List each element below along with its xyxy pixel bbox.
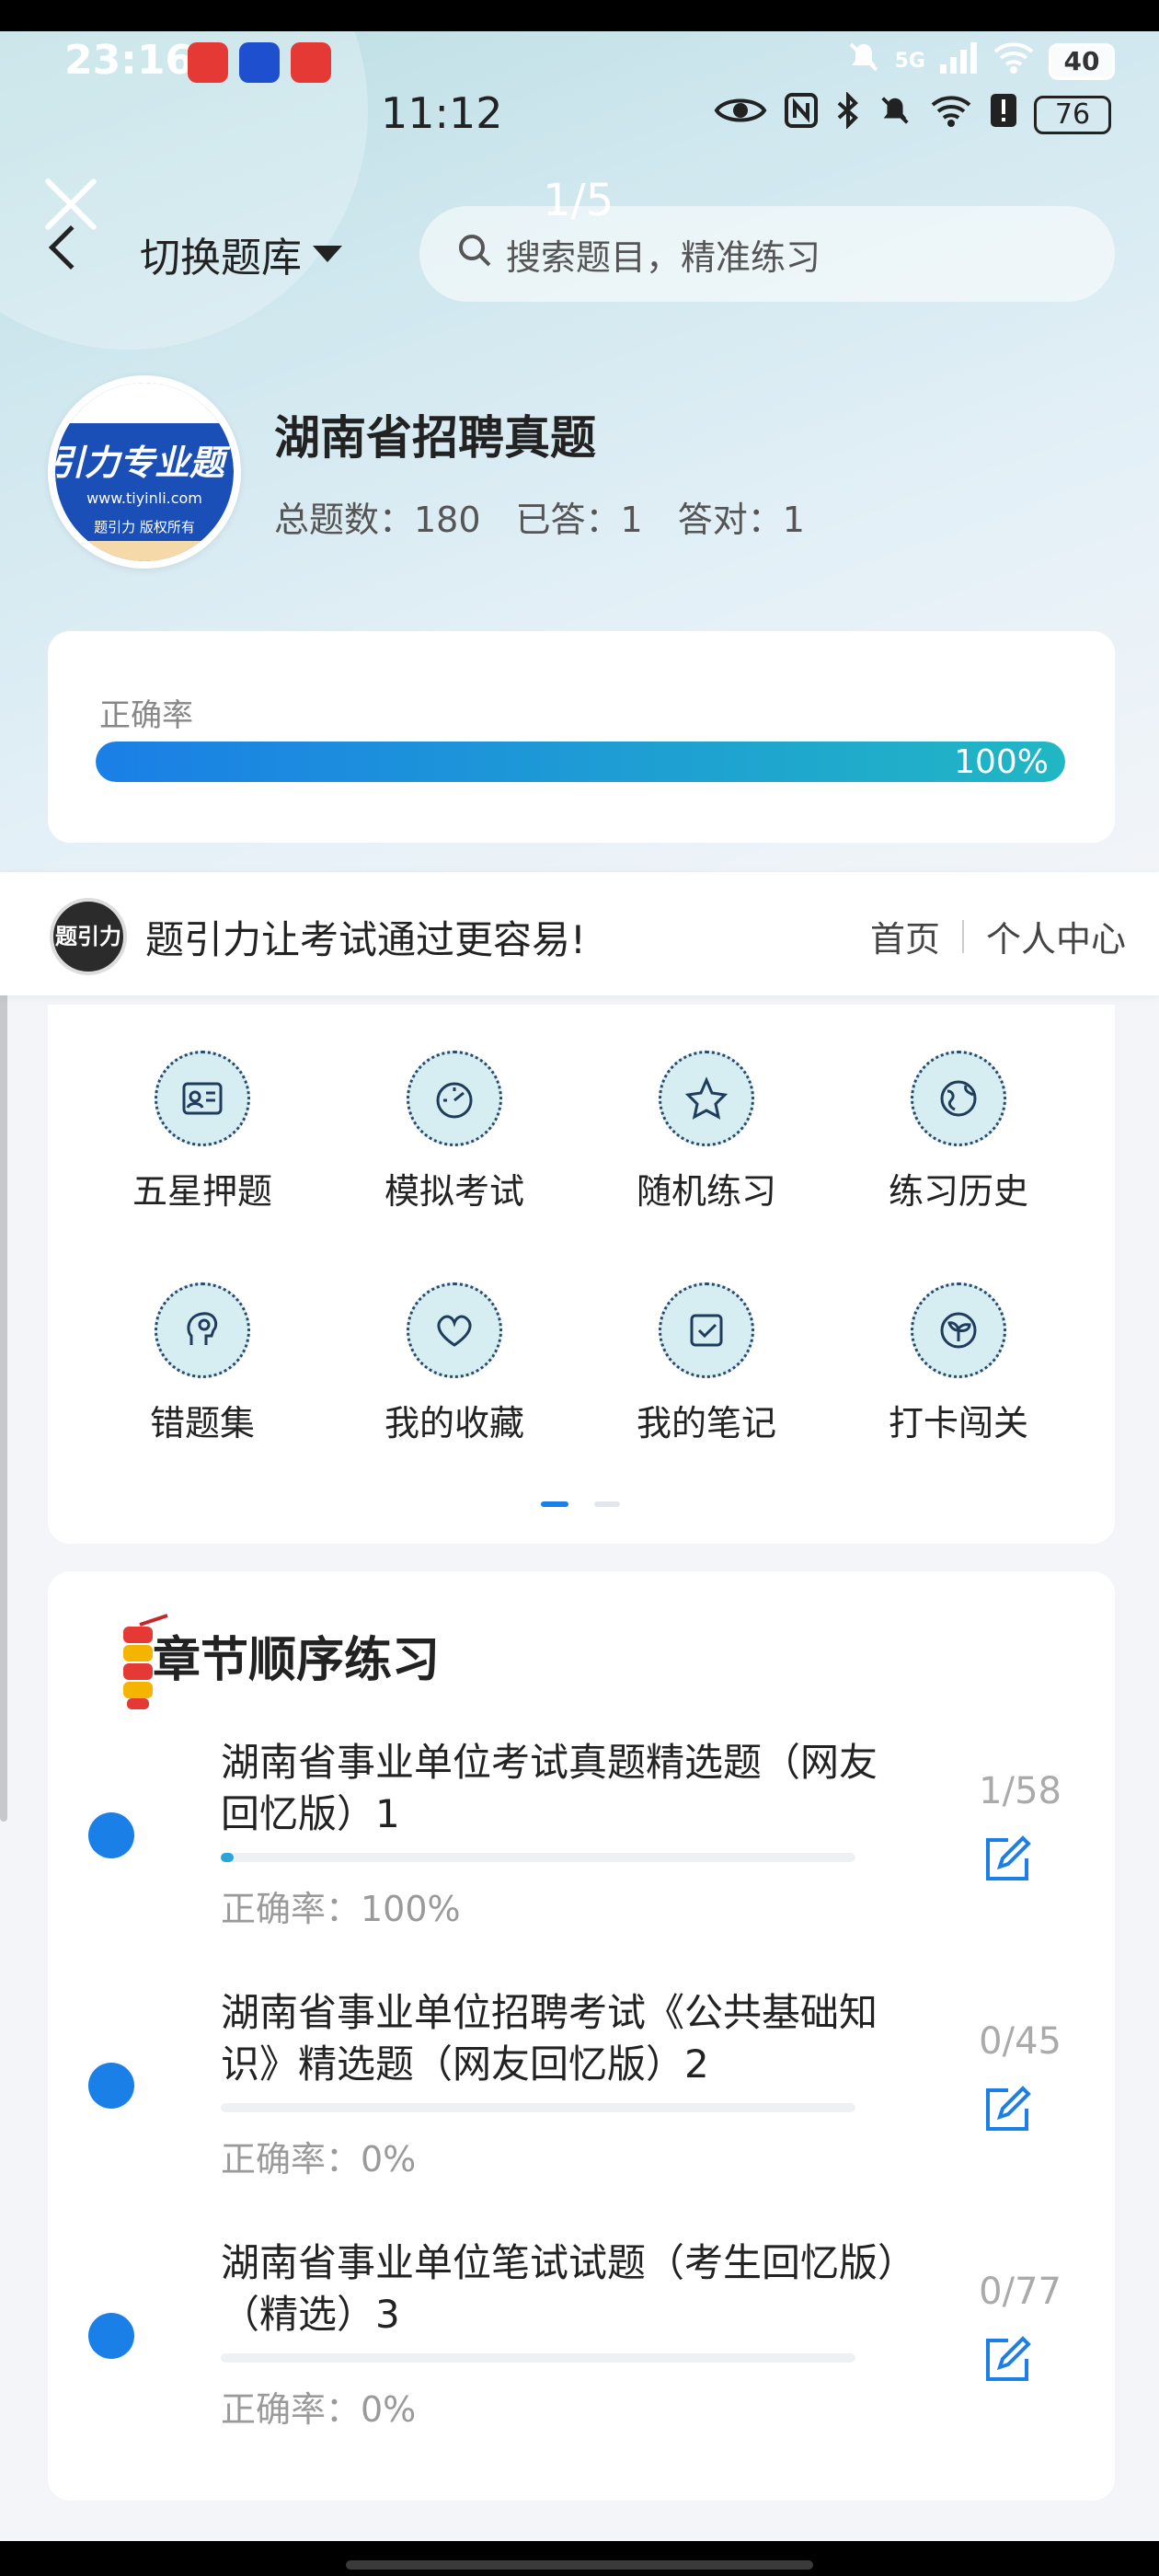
head-icon bbox=[155, 1282, 250, 1378]
bank-title: 湖南省招聘真题 bbox=[274, 411, 596, 465]
chapter-bullet bbox=[88, 2313, 134, 2359]
alert-icon bbox=[990, 92, 1017, 137]
logo-text: 引力专业题 bbox=[55, 443, 225, 483]
mute-icon bbox=[878, 92, 912, 137]
switch-bank-button[interactable]: 切换题库 bbox=[140, 224, 342, 283]
chapter-count: 0/45 bbox=[979, 2020, 1061, 2063]
battery-indicator: 40 bbox=[1049, 42, 1115, 80]
feature-label: 我的收藏 bbox=[384, 1403, 524, 1443]
page-indicator bbox=[594, 1501, 620, 1507]
accuracy-card: 正确率 100% bbox=[48, 631, 1115, 843]
signal-icon bbox=[938, 39, 979, 84]
chapter-name: 湖南省事业单位笔试试题（考生回忆版）（精选）3 bbox=[221, 2240, 898, 2337]
banner-links: 首页 个人中心 bbox=[870, 911, 1126, 961]
feature-item[interactable]: 练习历史 bbox=[866, 1051, 1050, 1213]
checkbox-icon bbox=[659, 1282, 754, 1378]
bank-stats: 总题数：180 已答：1 答对：1 bbox=[274, 491, 805, 542]
search-input[interactable]: 搜索题目，精准练习 bbox=[419, 206, 1115, 302]
chapter-accuracy: 正确率：0% bbox=[221, 2139, 417, 2179]
feature-label: 错题集 bbox=[149, 1403, 255, 1443]
feature-label: 模拟考试 bbox=[384, 1171, 524, 1212]
feature-label: 打卡闯关 bbox=[888, 1403, 1028, 1443]
mute-icon bbox=[845, 39, 882, 84]
accuracy-label: 正确率 bbox=[99, 697, 193, 734]
search-placeholder: 搜索题目，精准练习 bbox=[506, 236, 821, 278]
battery-indicator: 76 bbox=[1034, 95, 1111, 134]
app-notification-icon bbox=[291, 42, 331, 83]
home-indicator[interactable] bbox=[346, 2560, 813, 2570]
speedometer-icon bbox=[407, 1051, 502, 1146]
feature-item[interactable]: 模拟考试 bbox=[362, 1051, 546, 1213]
brand-logo: 题引力 bbox=[50, 898, 127, 975]
feature-label: 我的笔记 bbox=[636, 1403, 776, 1443]
chapter-section-title: 章节顺序练习 bbox=[153, 1633, 441, 1688]
sprout-icon bbox=[911, 1282, 1006, 1378]
chapter-name: 湖南省事业单位招聘考试《公共基础知识》精选题（网友回忆版）2 bbox=[221, 1990, 878, 2087]
feature-item[interactable]: 五星押题 bbox=[110, 1051, 294, 1213]
nfc-icon bbox=[784, 92, 819, 137]
chapter-progress-bar bbox=[221, 1853, 855, 1862]
heart-icon bbox=[407, 1282, 502, 1378]
personal-center-link[interactable]: 个人中心 bbox=[986, 911, 1126, 961]
feature-label: 随机练习 bbox=[636, 1171, 776, 1212]
accuracy-progress-bar: 100% bbox=[96, 742, 1065, 782]
page-indicator-active bbox=[541, 1501, 568, 1507]
accuracy-progress-fill bbox=[96, 742, 1065, 782]
feature-item[interactable]: 打卡闯关 bbox=[866, 1282, 1050, 1445]
question-bank-logo: 引力专业题 www.tiyinli.com 题引力 版权所有 bbox=[48, 375, 241, 569]
chapter-accuracy: 正确率：100% bbox=[221, 1889, 461, 1929]
home-link[interactable]: 首页 bbox=[870, 911, 940, 961]
close-icon[interactable] bbox=[42, 175, 101, 234]
chapter-progress-bar bbox=[221, 2353, 855, 2363]
chapter-bullet bbox=[88, 2063, 134, 2109]
bluetooth-icon bbox=[835, 91, 861, 137]
promo-banner: 题引力 题引力让考试通过更容易! 首页 个人中心 bbox=[0, 872, 1159, 995]
caret-down-icon bbox=[313, 246, 342, 262]
chapter-count: 0/77 bbox=[979, 2271, 1061, 2313]
switch-bank-label: 切换题库 bbox=[140, 235, 302, 282]
logo-url: www.tiyinli.com bbox=[86, 489, 202, 507]
feature-label: 五星押题 bbox=[132, 1171, 272, 1212]
chapter-progress-bar bbox=[221, 2103, 855, 2112]
feature-item[interactable]: 随机练习 bbox=[614, 1051, 798, 1213]
chapter-count: 1/58 bbox=[979, 1770, 1061, 1812]
divider bbox=[961, 919, 964, 953]
id-card-icon bbox=[155, 1051, 250, 1146]
search-icon bbox=[456, 232, 493, 277]
eye-icon bbox=[714, 92, 767, 137]
secondary-time: 11:12 bbox=[381, 88, 503, 138]
feature-item[interactable]: 我的收藏 bbox=[362, 1282, 546, 1445]
wifi-icon bbox=[992, 39, 1036, 84]
app-notification-icon bbox=[239, 42, 280, 83]
secondary-status-icons: 76 bbox=[714, 91, 1111, 137]
status-bar: 23:16 5G 40 bbox=[0, 31, 1159, 96]
answered-count: 已答：1 bbox=[515, 500, 643, 540]
banner-slogan: 题引力让考试通过更容易! bbox=[145, 917, 586, 962]
globe-icon bbox=[911, 1051, 1006, 1146]
network-label: 5G bbox=[894, 50, 925, 73]
chapter-name: 湖南省事业单位考试真题精选题（网友回忆版）1 bbox=[221, 1740, 878, 1836]
bottom-black-bar bbox=[0, 2541, 1159, 2576]
feature-item[interactable]: 错题集 bbox=[110, 1282, 294, 1445]
chapter-progress-fill bbox=[221, 1853, 234, 1862]
edit-icon[interactable] bbox=[981, 2083, 1034, 2136]
status-icons: 5G 40 bbox=[845, 39, 1115, 84]
feature-label: 练习历史 bbox=[888, 1171, 1028, 1212]
app-notification-icon bbox=[188, 42, 228, 83]
edit-icon[interactable] bbox=[981, 1833, 1034, 1886]
edit-icon[interactable] bbox=[981, 2333, 1034, 2386]
star-shuffle-icon bbox=[659, 1051, 754, 1146]
chapter-accuracy: 正确率：0% bbox=[221, 2389, 417, 2430]
feature-item[interactable]: 我的笔记 bbox=[614, 1282, 798, 1445]
wifi-icon bbox=[929, 92, 973, 137]
correct-count: 答对：1 bbox=[677, 500, 805, 540]
total-count: 总题数：180 bbox=[274, 500, 481, 540]
accuracy-percent: 100% bbox=[954, 743, 1049, 781]
logo-copyright: 题引力 版权所有 bbox=[94, 519, 195, 535]
chapter-bullet bbox=[88, 1812, 134, 1858]
status-time: 23:16 bbox=[64, 37, 194, 84]
top-black-bar bbox=[0, 0, 1159, 31]
